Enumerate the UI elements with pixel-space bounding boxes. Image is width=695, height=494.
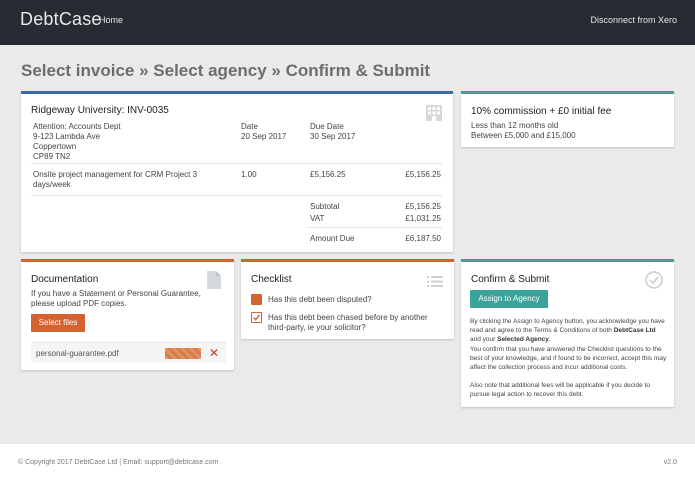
due-date-label: Due Date [310, 122, 344, 131]
check-circle-icon [645, 271, 663, 289]
address-line: 9-123 Lambda Ave [33, 132, 101, 141]
invoice-card: Ridgeway University: INV-0035 Attention:… [21, 91, 453, 252]
invoice-title: Ridgeway University: INV-0035 [31, 105, 169, 116]
terms-text: . [548, 336, 551, 343]
commission-age-criteria: Less than 12 months old [471, 121, 559, 130]
line-item-amount: £5,156.25 [405, 170, 441, 179]
company-name: DebtCase Ltd [613, 327, 656, 334]
uploaded-file-row: personal-guarantee.pdf ✕ [31, 342, 226, 363]
file-name: personal-guarantee.pdf [36, 349, 119, 358]
vat-value: £1,031.25 [405, 214, 441, 223]
checklist-title: Checklist [251, 274, 292, 285]
disputed-checkbox[interactable] [251, 294, 262, 305]
divider [31, 163, 442, 164]
subtotal-label: Subtotal [310, 202, 340, 211]
nav-home-link[interactable]: Home [99, 15, 123, 25]
selected-agency-text: Selected Agency [497, 336, 549, 343]
documentation-title: Documentation [31, 274, 99, 285]
top-navbar: DebtCase Home Disconnect from Xero [0, 0, 695, 45]
footer: © Copyright 2017 DebtCase Ltd | Email: s… [0, 444, 695, 494]
confirm-submit-card: Confirm & Submit Assign to Agency By cli… [461, 259, 674, 407]
document-icon [207, 271, 221, 289]
legal-fees-paragraph: Also note that additional fees will be a… [470, 382, 650, 398]
commission-title: 10% commission + £0 initial fee [471, 106, 612, 117]
checklist-confirmation-paragraph: You confirm that you have answered the C… [470, 346, 667, 371]
assign-to-agency-button[interactable]: Assign to Agency [470, 290, 548, 308]
brand-logo[interactable]: DebtCase [20, 9, 102, 30]
commission-amount-criteria: Between £5,000 and £15,000 [471, 131, 576, 140]
terms-paragraph: By clicking the Assign to Agency button,… [470, 317, 667, 344]
checklist-card: Checklist Has this debt been disputed? H… [241, 259, 454, 339]
app-version: v2.0 [663, 459, 677, 466]
upload-progress-bar [165, 348, 201, 359]
invoice-date: Date 20 Sep 2017 [241, 122, 286, 142]
remove-file-icon[interactable]: ✕ [209, 346, 219, 360]
checklist-item-label: Has this debt been chased before by anot… [268, 313, 428, 332]
building-icon [426, 105, 442, 121]
line-item-quantity: 1.00 [241, 170, 257, 179]
vat-label: VAT [310, 214, 325, 223]
confirm-title: Confirm & Submit [471, 274, 550, 285]
invoice-due-date: Due Date 30 Sep 2017 [310, 122, 355, 142]
divider [31, 195, 442, 196]
documentation-description: If you have a Statement or Personal Guar… [31, 289, 201, 308]
page-title: Select invoice » Select agency » Confirm… [21, 61, 431, 80]
line-item-description: Onsite project management for CRM Projec… [33, 170, 198, 189]
terms-text: and your [470, 336, 498, 343]
list-icon [427, 276, 443, 287]
address-line: Attention: Accounts Dept [33, 122, 121, 131]
documentation-card: Documentation If you have a Statement or… [21, 259, 234, 370]
checklist-item-label: Has this debt been disputed? [268, 295, 372, 304]
footer-copyright: © Copyright 2017 DebtCase Ltd | Email: s… [18, 459, 219, 466]
divider [308, 227, 442, 228]
disconnect-xero-link[interactable]: Disconnect from Xero [590, 15, 677, 25]
select-files-button[interactable]: Select files [31, 314, 85, 332]
checkmark-icon [253, 314, 260, 321]
due-date-value: 30 Sep 2017 [310, 132, 356, 141]
line-item-unit-price: £5,156.25 [310, 170, 346, 179]
date-value: 20 Sep 2017 [241, 132, 287, 141]
subtotal-value: £5,156.25 [405, 202, 441, 211]
amount-due-label: Amount Due [310, 234, 355, 243]
agency-commission-card: 10% commission + £0 initial fee Less tha… [461, 91, 674, 147]
date-label: Date [241, 122, 258, 131]
address-line: Coppertown [33, 142, 77, 151]
address-line: CP89 TN2 [33, 152, 71, 161]
amount-due-value: £6,187.50 [405, 234, 441, 243]
chased-checkbox[interactable] [251, 312, 262, 323]
invoice-address: Attention: Accounts Dept 9-123 Lambda Av… [33, 122, 121, 162]
